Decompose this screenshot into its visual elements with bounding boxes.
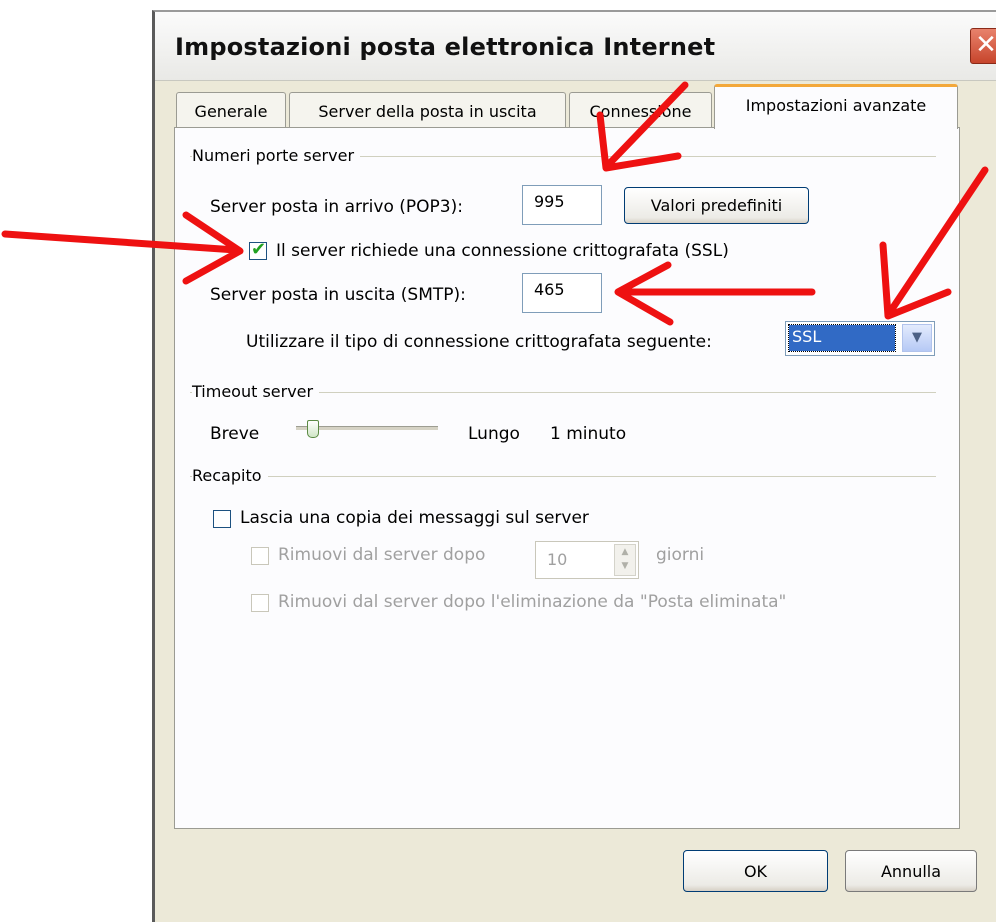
incoming-port-label: Server posta in arrivo (POP3): — [210, 197, 463, 217]
leave-copy-checkbox[interactable] — [213, 510, 231, 528]
incoming-port-field[interactable]: 995 — [522, 185, 602, 225]
tab-connessione[interactable]: Connessione — [569, 92, 712, 128]
group-title-ports: Numeri porte server — [192, 146, 361, 165]
remove-after-days-spinner[interactable]: 10 ▲ ▼ — [535, 541, 639, 579]
tab-panel — [174, 127, 960, 829]
tab-impostazioni-avanzate[interactable]: Impostazioni avanzate — [714, 84, 958, 129]
ssl-checkbox-label: Il server richiede una connessione critt… — [276, 241, 729, 261]
defaults-button[interactable]: Valori predefiniti — [624, 187, 809, 224]
dialog-title: Impostazioni posta elettronica Internet — [175, 33, 716, 61]
encryption-type-select[interactable]: SSL ▼ — [785, 321, 935, 356]
timeout-long-label: Lungo — [468, 424, 520, 444]
remove-on-delete-label: Rimuovi dal server dopo l'eliminazione d… — [278, 592, 787, 612]
days-unit-label: giorni — [656, 545, 705, 565]
remove-after-days-field[interactable]: 10 — [536, 542, 606, 578]
encryption-type-label: Utilizzare il tipo di connessione critto… — [246, 332, 712, 352]
timeout-slider-thumb[interactable] — [307, 420, 320, 438]
cancel-button[interactable]: Annulla — [845, 850, 977, 892]
check-icon: ✔ — [251, 239, 267, 260]
tab-generale[interactable]: Generale — [176, 92, 286, 128]
timeout-value: 1 minuto — [550, 424, 627, 444]
outgoing-port-label: Server posta in uscita (SMTP): — [210, 285, 466, 305]
ssl-checkbox[interactable]: ✔ — [249, 239, 267, 260]
remove-after-checkbox[interactable] — [251, 547, 269, 565]
chevron-down-icon[interactable]: ▼ — [902, 324, 932, 352]
spin-arrows-icon[interactable]: ▲ ▼ — [614, 544, 636, 576]
group-divider — [190, 476, 936, 477]
encryption-type-value: SSL — [788, 324, 896, 352]
ok-button[interactable]: OK — [683, 850, 828, 892]
close-icon: ✕ — [975, 30, 996, 60]
remove-after-label: Rimuovi dal server dopo — [278, 545, 486, 565]
group-title-timeout: Timeout server — [192, 382, 320, 401]
outgoing-port-field[interactable]: 465 — [522, 273, 602, 313]
remove-on-delete-checkbox[interactable] — [251, 594, 269, 612]
close-button[interactable]: ✕ — [970, 28, 996, 64]
title-bar[interactable]: Impostazioni posta elettronica Internet … — [155, 12, 996, 81]
timeout-short-label: Breve — [210, 424, 260, 444]
tab-server-posta-uscita[interactable]: Server della posta in uscita — [289, 92, 566, 128]
leave-copy-label: Lascia una copia dei messaggi sul server — [240, 508, 589, 528]
group-title-delivery: Recapito — [192, 466, 268, 485]
